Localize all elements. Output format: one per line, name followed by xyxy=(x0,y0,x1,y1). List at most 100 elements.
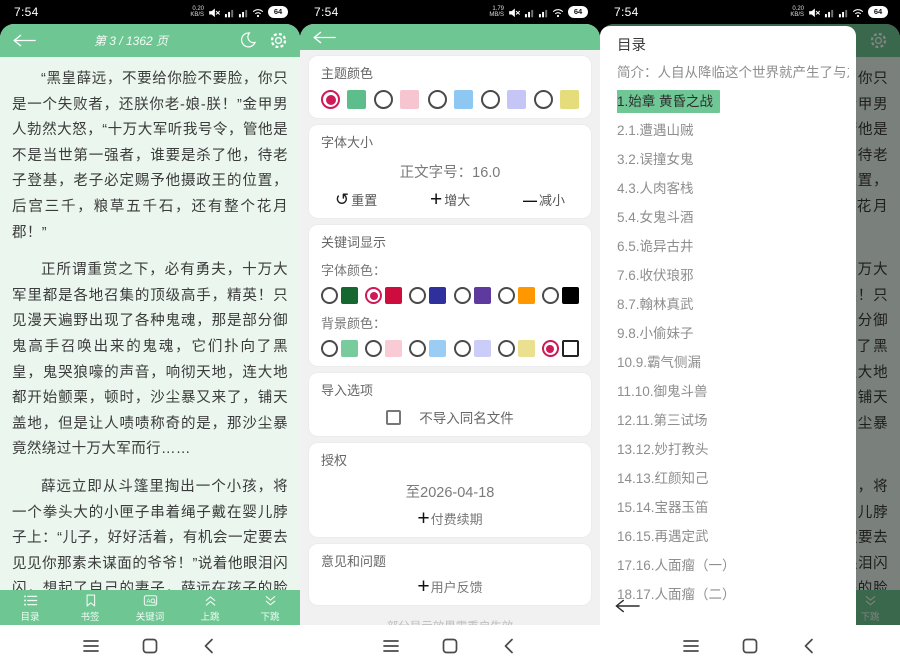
reader-app: 第 3 / 1362 页 “黑皇薛远，不要给你脸不要脸，你只是一个失败者，还朕你… xyxy=(0,24,300,625)
renew-button[interactable]: +付费续期 xyxy=(321,509,579,528)
toc-item[interactable]: 16.15.再遇定武 xyxy=(617,522,849,551)
home-icon[interactable] xyxy=(140,636,160,656)
toc-item[interactable]: 14.13.红颜知己 xyxy=(617,464,849,493)
settings-footer: 部分显示效果需重启生效 隐私政策 粤ICP备2025373685号 狮子火龙科技 xyxy=(300,618,600,625)
page-indicator[interactable]: 第 3 / 1362 页 xyxy=(36,32,226,49)
reset-font-button[interactable]: ↺重置 xyxy=(335,190,377,209)
font-color-orange[interactable] xyxy=(498,287,535,304)
toc-item[interactable]: 3.2.误撞女鬼 xyxy=(617,145,849,174)
toc-item[interactable]: 7.6.收伏琅邪 xyxy=(617,261,849,290)
toc-item[interactable]: 5.4.女鬼斗酒 xyxy=(617,203,849,232)
bg-color-lavender[interactable] xyxy=(454,340,491,357)
toc-item-current[interactable]: 1.始章 黄昏之战 xyxy=(617,87,849,116)
toc-item[interactable]: 2.1.遭遇山贼 xyxy=(617,116,849,145)
toc-item[interactable]: 4.3.人肉客栈 xyxy=(617,174,849,203)
toc-item[interactable]: 13.12.妙打教头 xyxy=(617,435,849,464)
color-swatch xyxy=(341,340,358,357)
bg-color-green[interactable] xyxy=(321,340,358,357)
screen-settings: 7:54 1.79MB/S 64 主题颜色 xyxy=(300,0,600,666)
plus-icon: + xyxy=(430,192,442,208)
theme-option-pink[interactable] xyxy=(374,90,419,109)
feedback-card: 意见和问题 +用户反馈 xyxy=(308,543,592,606)
signal2-icon xyxy=(238,7,248,18)
radio xyxy=(481,90,500,109)
toc-item[interactable]: 18.17.人面瘤（二） xyxy=(617,580,849,609)
back-arrow-icon xyxy=(614,598,640,614)
back-arrow-icon[interactable] xyxy=(312,30,336,45)
radio-selected xyxy=(365,287,382,304)
bg-color-yellow[interactable] xyxy=(498,340,535,357)
bg-color-white[interactable] xyxy=(542,340,579,357)
night-mode-icon[interactable] xyxy=(238,31,257,50)
increase-font-button[interactable]: +增大 xyxy=(430,190,470,209)
toc-item[interactable]: 6.5.诡异古井 xyxy=(617,232,849,261)
color-swatch xyxy=(474,287,491,304)
bg-color-pink[interactable] xyxy=(365,340,402,357)
toolbar-bookmark-button[interactable]: 书签 xyxy=(60,590,120,625)
toc-item-intro[interactable]: 简介：人自从降临这个世界就产生了与之相… xyxy=(617,58,849,87)
checkbox-label: 不导入同名文件 xyxy=(419,407,514,427)
toc-back-button[interactable] xyxy=(614,598,640,619)
font-color-label: 字体颜色： xyxy=(321,260,579,279)
card-title: 关键词显示 xyxy=(321,232,579,251)
toolbar-toc-button[interactable]: 目录 xyxy=(0,590,60,625)
skip-duplicate-checkbox[interactable] xyxy=(386,410,401,425)
recents-icon[interactable] xyxy=(81,636,101,656)
signal-icon xyxy=(824,7,834,18)
status-bar: 7:54 0.20KB/S 64 xyxy=(0,0,300,24)
nav-back-icon[interactable] xyxy=(499,636,519,656)
color-swatch xyxy=(385,287,402,304)
double-chevron-up-icon xyxy=(203,593,218,608)
toc-item[interactable]: 15.14.宝器玉笛 xyxy=(617,493,849,522)
card-title: 字体大小 xyxy=(321,132,579,151)
radio-selected xyxy=(321,90,340,109)
user-feedback-button[interactable]: +用户反馈 xyxy=(321,577,579,596)
back-arrow-icon[interactable] xyxy=(12,33,36,48)
clock: 7:54 xyxy=(314,5,339,19)
toc-item[interactable]: 11.10.御鬼斗兽 xyxy=(617,377,849,406)
font-color-black[interactable] xyxy=(542,287,579,304)
plus-icon: + xyxy=(417,579,429,595)
font-color-crimson[interactable] xyxy=(365,287,402,304)
signal2-icon xyxy=(838,7,848,18)
mute-icon xyxy=(508,7,520,18)
bg-color-label: 背景颜色： xyxy=(321,313,579,332)
toc-title: 目录 xyxy=(617,34,856,58)
settings-app: 主题颜色 字体大小 正文字号：16.0 ↺重置 +增大 —减小 xyxy=(300,24,600,625)
home-icon[interactable] xyxy=(440,636,460,656)
bg-color-blue[interactable] xyxy=(409,340,446,357)
settings-header xyxy=(300,24,600,50)
theme-option-yellow[interactable] xyxy=(534,90,579,109)
theme-option-blue[interactable] xyxy=(428,90,473,109)
font-color-purple[interactable] xyxy=(454,287,491,304)
minus-icon: — xyxy=(523,192,537,208)
radio xyxy=(428,90,447,109)
theme-option-green[interactable] xyxy=(321,90,366,109)
toc-item[interactable]: 9.8.小偷妹子 xyxy=(617,319,849,348)
font-color-darkgreen[interactable] xyxy=(321,287,358,304)
color-swatch xyxy=(562,287,579,304)
toc-panel: 目录 简介：人自从降临这个世界就产生了与之相… 1.始章 黄昏之战 2.1.遭遇… xyxy=(600,26,856,625)
toc-item[interactable]: 10.9.霸气侧漏 xyxy=(617,348,849,377)
toolbar-jump-up-button[interactable]: 上跳 xyxy=(180,590,240,625)
recents-icon[interactable] xyxy=(381,636,401,656)
reader-toolbar: 目录 书签 关键词 上跳 下跳 xyxy=(0,590,300,625)
signal-icon xyxy=(524,7,534,18)
theme-option-lavender[interactable] xyxy=(481,90,526,109)
toc-item[interactable]: 12.11.第三试场 xyxy=(617,406,849,435)
decrease-font-button[interactable]: —减小 xyxy=(523,190,565,209)
screen-reader: 7:54 0.20KB/S 64 第 3 / 1362 页 “黑皇薛远，不要给你… xyxy=(0,0,300,666)
theme-color-card: 主题颜色 xyxy=(308,55,592,119)
nav-back-icon[interactable] xyxy=(799,636,819,656)
gear-icon[interactable] xyxy=(269,31,288,50)
toolbar-keyword-button[interactable]: 关键词 xyxy=(120,590,180,625)
recents-icon[interactable] xyxy=(681,636,701,656)
toolbar-jump-down-button[interactable]: 下跳 xyxy=(240,590,300,625)
nav-back-icon[interactable] xyxy=(199,636,219,656)
toc-item[interactable]: 8.7.翰林真武 xyxy=(617,290,849,319)
font-color-navy[interactable] xyxy=(409,287,446,304)
toc-item[interactable]: 17.16.人面瘤（一） xyxy=(617,551,849,580)
card-title: 授权 xyxy=(321,450,579,469)
home-icon[interactable] xyxy=(740,636,760,656)
android-nav-bar xyxy=(0,625,300,666)
